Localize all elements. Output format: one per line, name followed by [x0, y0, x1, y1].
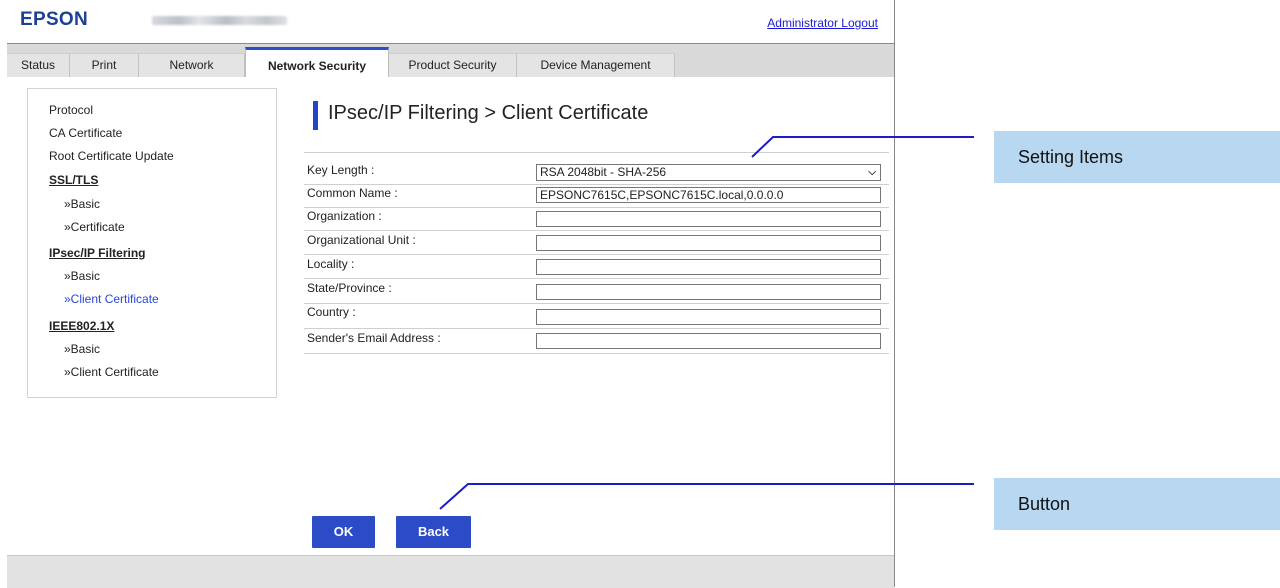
setting-items-callout: Setting Items [994, 131, 1280, 183]
setting-items-leader-line [751, 136, 974, 158]
button-callout: Button [994, 478, 1280, 530]
button-leader-line [439, 483, 974, 510]
